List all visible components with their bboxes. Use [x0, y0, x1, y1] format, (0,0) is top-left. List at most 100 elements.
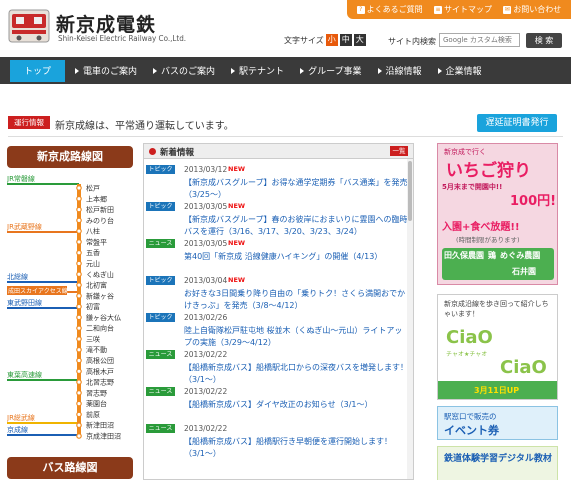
nav-group[interactable]: グループ事業 [294, 60, 367, 82]
news-item[interactable]: ニュース 2013/02/22 【船橋新京成バス】船橋駅北口からの深夜バスを増発しま… [144, 350, 408, 387]
station-marker[interactable] [76, 379, 82, 385]
station-label[interactable]: 前原 [86, 410, 100, 419]
station-marker[interactable] [76, 271, 82, 278]
ciao-banner[interactable]: 新京成沿線を歩き回って紹介しちゃいます！ CiaO チャオ★チャオ CiaO 3… [437, 294, 558, 400]
station-label[interactable]: 二和向台 [86, 324, 114, 333]
delay-certificate-button[interactable]: 遅延証明書発行 [477, 114, 557, 132]
line-label: JR常磐線 [7, 174, 35, 183]
news-link[interactable]: 【船橋新京成バス】船橋駅行き早朝便を運行開始します！（3/1～） [184, 436, 409, 460]
faq-link[interactable]: ? よくあるご質問 [356, 4, 423, 15]
news-item[interactable]: トピックス 2013/03/05 NEW 【新京成バスグループ】春のお彼岸におまいりに… [144, 202, 408, 239]
station-marker[interactable] [76, 411, 82, 418]
station-marker[interactable] [76, 368, 82, 375]
train-logo-icon[interactable] [8, 8, 50, 44]
news-tag: トピックス [146, 313, 175, 330]
station-marker[interactable] [76, 303, 82, 310]
news-link[interactable]: 【新京成バスグループ】お得な通学定期券「バス通楽」を発売（3/25～） [184, 177, 409, 201]
station-marker[interactable] [76, 185, 82, 191]
nav-buses[interactable]: バスのご案内 [147, 60, 221, 82]
font-size-medium-button[interactable]: 中 [339, 34, 352, 46]
route-map-title[interactable]: 新京成路線図 [7, 146, 133, 168]
station-label[interactable]: 北初富 [86, 281, 107, 290]
station-label[interactable]: 滝不動 [86, 345, 107, 354]
station-marker[interactable] [76, 314, 82, 321]
station-label[interactable]: 新鎌ヶ谷 [86, 291, 114, 300]
station-marker[interactable] [76, 346, 82, 353]
search-button[interactable]: 検 索 [526, 33, 562, 48]
news-item[interactable]: トピックス 2013/03/04 NEW お好きな3日間乗り降り自由の「乗りトク！さく… [144, 276, 408, 313]
station-label[interactable]: 上本郷 [86, 194, 107, 203]
news-item[interactable]: ニュース 2013/02/22 【船橋新京成バス】ダイヤ改正のお知らせ（3/1～） [144, 387, 408, 424]
news-item[interactable]: トピックス 2013/02/26 陸上自衛隊松戸駐屯地 桜並木（くぬぎ山～元山）ライ… [144, 313, 408, 350]
news-link[interactable]: 【船橋新京成バス】船橋駅北口からの深夜バスを増発します！（3/1～） [184, 362, 409, 386]
strawberry-banner[interactable]: 新京成で行く いちご狩り 5月末まで開園中!! 100円! 入園+食べ放題!! … [437, 143, 558, 285]
station-label[interactable]: 高根公団 [86, 356, 114, 365]
bus-map-title[interactable]: バス路線図 [7, 457, 133, 479]
sitemap-link[interactable]: ≡ サイトマップ [433, 4, 492, 15]
station-label[interactable]: 薬園台 [86, 399, 107, 408]
station-label[interactable]: 初富 [86, 302, 100, 311]
station-label[interactable]: 八柱 [86, 227, 100, 236]
nav-trains[interactable]: 電車のご案内 [69, 60, 143, 82]
search-input[interactable] [439, 33, 520, 47]
station-marker[interactable] [76, 206, 82, 213]
station-marker[interactable] [76, 433, 82, 439]
station-marker[interactable] [76, 336, 82, 342]
station-marker[interactable] [76, 422, 82, 429]
font-size-label: 文字サイズ [284, 35, 324, 45]
contact-link[interactable]: ✉ お問い合わせ [503, 4, 561, 15]
nav-top[interactable]: トップ [10, 59, 66, 82]
nav-tenants[interactable]: 駅テナント [225, 60, 290, 82]
station-label[interactable]: 常盤平 [86, 237, 107, 246]
news-list-button[interactable]: 一覧 [390, 146, 408, 156]
station-label[interactable]: 京成津田沼 [86, 432, 121, 441]
font-size-small-button[interactable]: 小 [325, 34, 338, 46]
station-marker[interactable] [76, 282, 82, 288]
station-label[interactable]: 新津田沼 [86, 421, 114, 430]
station-label[interactable]: みのり台 [86, 216, 114, 225]
station-marker[interactable] [76, 293, 82, 299]
site-title[interactable]: 新京成電鉄 [56, 10, 156, 37]
station-label[interactable]: 五香 [86, 248, 100, 257]
line-label: 京成線 [7, 425, 28, 434]
font-size-large-button[interactable]: 大 [353, 34, 366, 46]
station-label[interactable]: 元山 [86, 259, 100, 268]
news-item[interactable]: ニュース 2013/02/22 【船橋新京成バス】船橋駅行き早朝便を運行開始します！… [144, 424, 408, 461]
event-ticket-banner[interactable]: 駅窓口で販売の イベント券 [437, 406, 558, 440]
news-item[interactable]: トピックス 2013/03/12 NEW 【新京成バスグループ】お得な通学定期券「バス… [144, 165, 408, 202]
news-link[interactable]: 陸上自衛隊松戸駐屯地 桜並木（くぬぎ山～元山）ライトアップの実施（3/29～4/… [184, 325, 409, 349]
station-marker[interactable] [76, 400, 82, 407]
news-link[interactable]: 第40回「新京成 沿線健康ハイキング」の開催（4/13） [184, 251, 409, 263]
station-label[interactable]: くぬぎ山 [86, 270, 114, 279]
top-links: ? よくあるご質問 ≡ サイトマップ ✉ お問い合わせ [347, 0, 571, 19]
station-marker[interactable] [76, 249, 82, 256]
station-marker[interactable] [76, 260, 82, 267]
station-label[interactable]: 三咲 [86, 334, 100, 343]
station-marker[interactable] [76, 239, 82, 245]
scroll-thumb[interactable] [408, 161, 412, 221]
news-link[interactable]: お好きな3日間乗り降り自由の「乗りトク！さくら満開おでかけきっぷ」を発売（3/8… [184, 288, 409, 312]
station-label[interactable]: 松戸 [86, 184, 100, 193]
nav-company[interactable]: 企業情報 [432, 60, 488, 82]
station-marker[interactable] [76, 228, 82, 234]
news-link[interactable]: 【新京成バスグループ】春のお彼岸におまいりに霊園への臨時バスを運行（3/16、3… [184, 214, 409, 238]
news-item[interactable]: ニュース 2013/03/05 NEW 第40回「新京成 沿線健康ハイキング」の開催（… [144, 239, 408, 276]
route-map[interactable]: 松戸上本郷松戸新田みのり台八柱常盤平五香元山くぬぎ山北初富新鎌ヶ谷初富鎌ヶ谷大仏… [7, 172, 133, 442]
station-label[interactable]: 松戸新田 [86, 205, 114, 214]
station-label[interactable]: 北習志野 [86, 378, 114, 387]
header: 新京成電鉄 Shin-Keisei Electric Railway Co.,L… [0, 0, 571, 56]
station-label[interactable]: 高根木戸 [86, 367, 114, 376]
station-marker[interactable] [76, 325, 82, 331]
news-tag: ニュース [146, 350, 175, 359]
news-link[interactable]: 【船橋新京成バス】ダイヤ改正のお知らせ（3/1～） [184, 399, 409, 411]
station-label[interactable]: 習志野 [86, 388, 107, 397]
news-scrollbar[interactable] [407, 159, 413, 479]
station-marker[interactable] [76, 195, 82, 202]
news-tag: トピックス [146, 276, 175, 293]
nav-area[interactable]: 沿線情報 [372, 60, 428, 82]
station-marker[interactable] [76, 357, 82, 364]
station-marker[interactable] [76, 390, 82, 396]
station-marker[interactable] [76, 217, 82, 224]
station-label[interactable]: 鎌ヶ谷大仏 [86, 313, 121, 322]
digital-learning-banner[interactable]: 鉄道体験学習デジタル教材 [437, 446, 558, 480]
